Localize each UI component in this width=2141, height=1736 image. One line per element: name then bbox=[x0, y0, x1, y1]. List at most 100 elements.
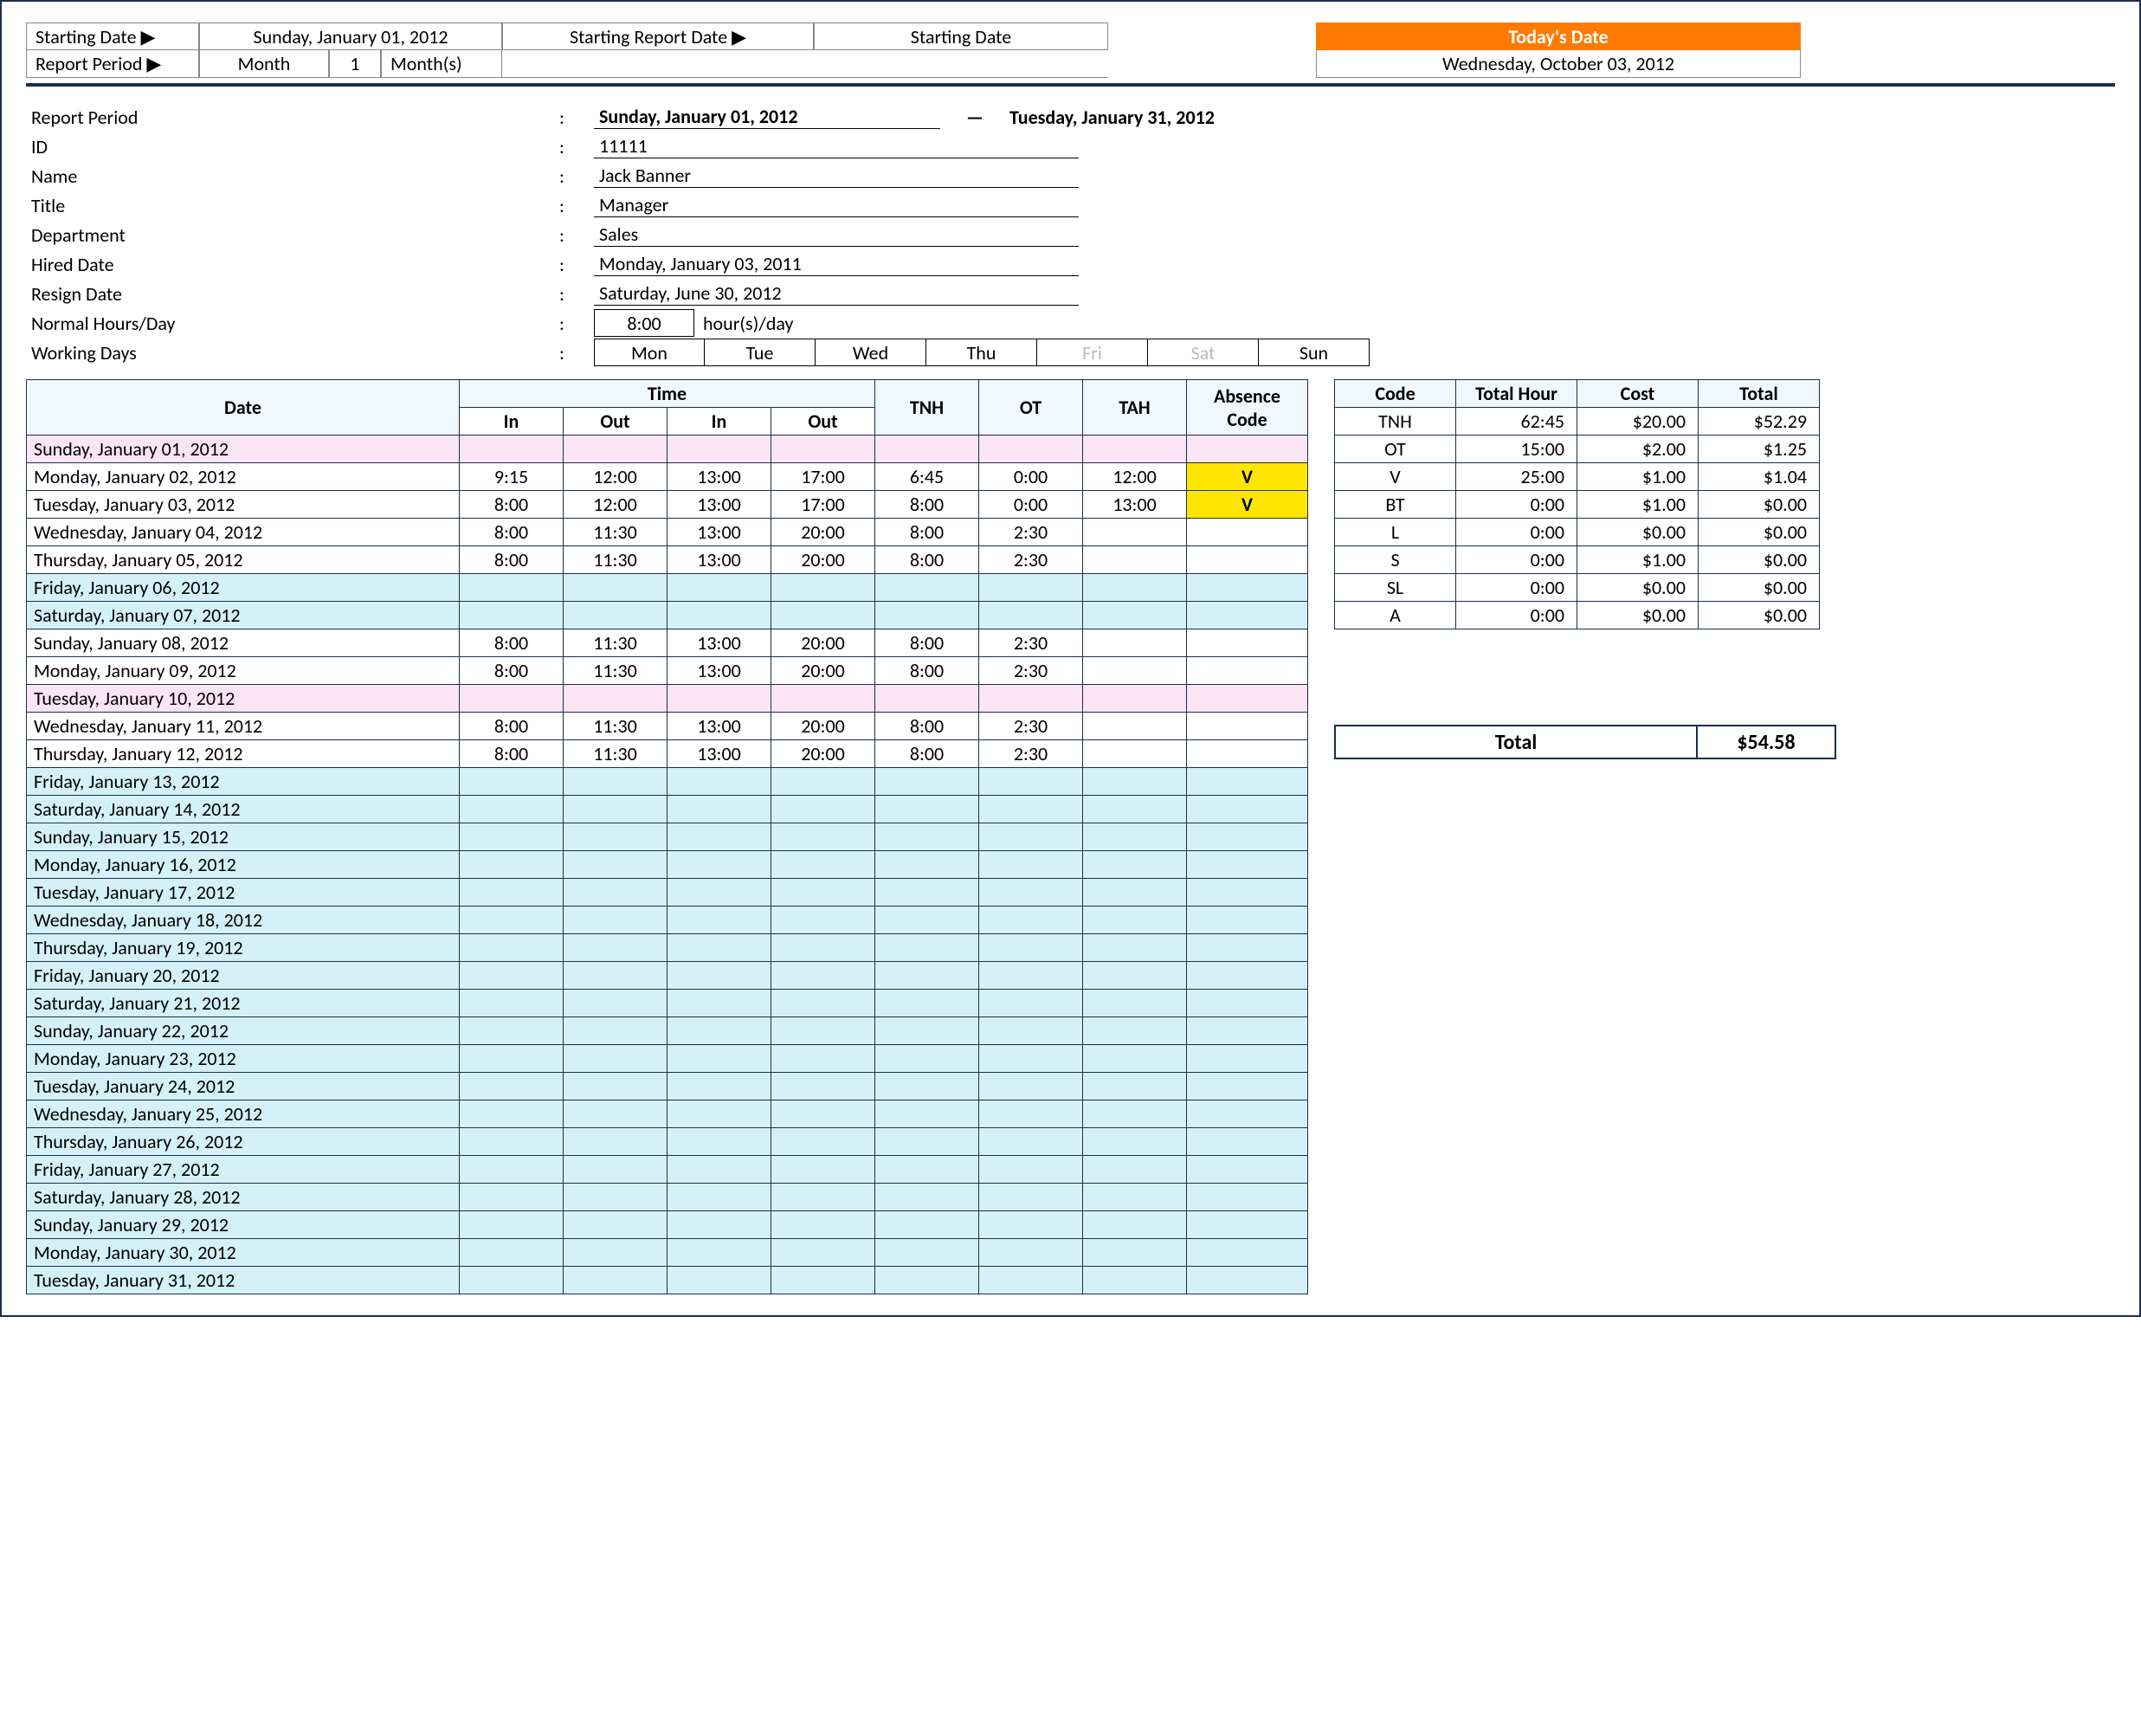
cell[interactable] bbox=[1083, 1239, 1187, 1267]
cell[interactable] bbox=[771, 1017, 875, 1045]
cell[interactable] bbox=[1083, 796, 1187, 823]
cell[interactable] bbox=[1187, 574, 1308, 602]
cell[interactable] bbox=[460, 1045, 564, 1073]
cell[interactable] bbox=[460, 907, 564, 934]
cell[interactable] bbox=[460, 768, 564, 796]
cell[interactable] bbox=[1083, 1100, 1187, 1128]
cell[interactable] bbox=[564, 1073, 667, 1100]
cell[interactable] bbox=[667, 990, 771, 1017]
cell[interactable]: 8:00 bbox=[460, 519, 564, 546]
cell[interactable] bbox=[667, 1073, 771, 1100]
cell[interactable] bbox=[1187, 934, 1308, 962]
cell[interactable] bbox=[979, 962, 1083, 990]
cell[interactable] bbox=[875, 768, 979, 796]
cell[interactable] bbox=[875, 962, 979, 990]
cell[interactable]: 2:30 bbox=[979, 546, 1083, 574]
cell[interactable]: 20:00 bbox=[771, 519, 875, 546]
cell[interactable]: 13:00 bbox=[667, 546, 771, 574]
cell[interactable] bbox=[1187, 1156, 1308, 1184]
cell[interactable] bbox=[460, 796, 564, 823]
starting-report-date-value[interactable]: Starting Date bbox=[814, 23, 1108, 50]
cell[interactable] bbox=[1083, 1184, 1187, 1211]
cell[interactable] bbox=[771, 1184, 875, 1211]
cell[interactable] bbox=[771, 1128, 875, 1156]
cell[interactable] bbox=[771, 436, 875, 463]
cell[interactable] bbox=[979, 574, 1083, 602]
cell[interactable]: 20:00 bbox=[771, 546, 875, 574]
cell[interactable] bbox=[771, 1073, 875, 1100]
cell[interactable] bbox=[667, 685, 771, 713]
cell[interactable] bbox=[564, 768, 667, 796]
cell[interactable] bbox=[564, 685, 667, 713]
cell[interactable] bbox=[771, 602, 875, 629]
dept-value[interactable]: Sales bbox=[594, 223, 1079, 247]
cell[interactable] bbox=[564, 1100, 667, 1128]
cell[interactable]: 0:00 bbox=[979, 491, 1083, 519]
cell[interactable] bbox=[564, 934, 667, 962]
cell[interactable] bbox=[564, 823, 667, 851]
report-period-type[interactable]: Month bbox=[199, 50, 329, 78]
cell[interactable] bbox=[460, 1239, 564, 1267]
cell[interactable] bbox=[1083, 1156, 1187, 1184]
cell[interactable]: 12:00 bbox=[1083, 463, 1187, 491]
cell[interactable] bbox=[1187, 1017, 1308, 1045]
cell[interactable]: 8:00 bbox=[875, 657, 979, 685]
cell[interactable] bbox=[460, 1267, 564, 1294]
cell[interactable] bbox=[564, 602, 667, 629]
cell[interactable] bbox=[1187, 1100, 1308, 1128]
cell[interactable] bbox=[667, 851, 771, 879]
cell[interactable] bbox=[1083, 823, 1187, 851]
cell[interactable] bbox=[667, 1239, 771, 1267]
cell[interactable] bbox=[979, 1073, 1083, 1100]
cell[interactable] bbox=[460, 990, 564, 1017]
cell[interactable] bbox=[1083, 768, 1187, 796]
cell[interactable] bbox=[771, 1100, 875, 1128]
cell[interactable] bbox=[564, 1045, 667, 1073]
cell[interactable] bbox=[1083, 851, 1187, 879]
cell[interactable] bbox=[771, 990, 875, 1017]
cell[interactable]: 8:00 bbox=[875, 546, 979, 574]
cell[interactable] bbox=[1187, 1211, 1308, 1239]
cell[interactable] bbox=[979, 1017, 1083, 1045]
cell[interactable] bbox=[667, 574, 771, 602]
cell[interactable] bbox=[564, 1184, 667, 1211]
day-wed[interactable]: Wed bbox=[816, 339, 926, 366]
cell[interactable]: 17:00 bbox=[771, 463, 875, 491]
cell[interactable] bbox=[564, 574, 667, 602]
cell[interactable]: 6:45 bbox=[875, 463, 979, 491]
resign-value[interactable]: Saturday, June 30, 2012 bbox=[594, 281, 1079, 306]
cell[interactable] bbox=[460, 1156, 564, 1184]
cell[interactable] bbox=[1187, 907, 1308, 934]
cell[interactable]: 2:30 bbox=[979, 657, 1083, 685]
cell[interactable]: V bbox=[1187, 463, 1308, 491]
cell[interactable] bbox=[1083, 1211, 1187, 1239]
cell[interactable] bbox=[1187, 796, 1308, 823]
cell[interactable] bbox=[460, 1211, 564, 1239]
cell[interactable]: 8:00 bbox=[460, 713, 564, 740]
cell[interactable] bbox=[771, 685, 875, 713]
cell[interactable]: 2:30 bbox=[979, 740, 1083, 768]
cell[interactable] bbox=[1187, 713, 1308, 740]
cell[interactable] bbox=[979, 907, 1083, 934]
cell[interactable] bbox=[875, 436, 979, 463]
cell[interactable] bbox=[979, 934, 1083, 962]
cell[interactable] bbox=[771, 1045, 875, 1073]
cell[interactable] bbox=[667, 1128, 771, 1156]
cell[interactable] bbox=[979, 851, 1083, 879]
cell[interactable] bbox=[1083, 907, 1187, 934]
cell[interactable] bbox=[1083, 1128, 1187, 1156]
cell[interactable] bbox=[1083, 657, 1187, 685]
cell[interactable] bbox=[667, 796, 771, 823]
cell[interactable] bbox=[667, 907, 771, 934]
cell[interactable]: 13:00 bbox=[667, 713, 771, 740]
cell[interactable] bbox=[460, 685, 564, 713]
hired-value[interactable]: Monday, January 03, 2011 bbox=[594, 252, 1079, 276]
cell[interactable] bbox=[1083, 574, 1187, 602]
cell[interactable] bbox=[1187, 851, 1308, 879]
cell[interactable]: 11:30 bbox=[564, 713, 667, 740]
cell[interactable]: V bbox=[1187, 491, 1308, 519]
cell[interactable] bbox=[979, 990, 1083, 1017]
cell[interactable] bbox=[667, 879, 771, 907]
cell[interactable] bbox=[460, 436, 564, 463]
cell[interactable] bbox=[1083, 546, 1187, 574]
